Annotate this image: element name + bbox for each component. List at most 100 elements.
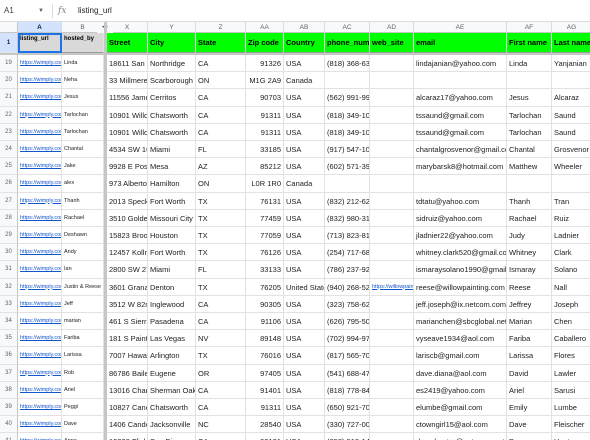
header-cell-first-name[interactable]: First name (507, 33, 552, 53)
cell-last-name[interactable]: Grosvenor (552, 141, 590, 159)
cell-email[interactable]: alcaraz17@yahoo.com (414, 89, 507, 107)
cell-listing-url[interactable]: https://wimply.com (18, 364, 62, 382)
cell-hosted-by[interactable]: Ariel (62, 381, 104, 399)
cell-phone-number[interactable]: (541) 688-4745 (325, 364, 370, 382)
cell-first-name[interactable]: Marian (507, 313, 552, 331)
column-header-ag[interactable]: AG (552, 22, 590, 33)
cell-country[interactable]: Canada (284, 72, 325, 90)
cell-country[interactable]: USA (284, 141, 325, 159)
cell-state[interactable]: NV (196, 330, 246, 348)
cell-street[interactable]: 1406 Cando Pl (107, 416, 148, 434)
cell-phone-number[interactable]: (650) 921-7026 (325, 399, 370, 417)
cell-first-name[interactable]: Fariba (507, 330, 552, 348)
cell-listing-url[interactable]: https://wimply.com (18, 295, 62, 313)
cell-hosted-by[interactable]: Jake (62, 158, 104, 176)
cell-first-name[interactable]: Larissa (507, 347, 552, 365)
cell-country[interactable]: USA (284, 89, 325, 107)
cell-state[interactable]: ON (196, 175, 246, 193)
column-header-ae[interactable]: AE (414, 22, 507, 33)
cell-last-name[interactable]: Joseph (552, 296, 590, 313)
cell-phone-number[interactable]: (858) 518-1477 (325, 433, 370, 440)
row-number[interactable]: 22 (0, 106, 18, 124)
cell-email[interactable]: chantalgrosvenor@gmail.com (414, 141, 507, 159)
cell-phone-number[interactable] (325, 72, 370, 90)
row-number[interactable]: 33 (0, 295, 18, 313)
cell-last-name[interactable]: Hunter (552, 433, 590, 440)
cell-country[interactable]: USA (284, 416, 325, 434)
row-number[interactable]: 36 (0, 347, 18, 365)
cell-zip-code[interactable]: 77059 (246, 227, 284, 245)
cell-state[interactable]: TX (196, 244, 246, 262)
cell-phone-number[interactable]: (330) 727-0079 (325, 416, 370, 434)
row-number[interactable]: 38 (0, 381, 18, 399)
cell-state[interactable]: CA (196, 433, 246, 440)
cell-zip-code[interactable]: 76016 (246, 347, 284, 365)
cell-first-name[interactable]: David (507, 364, 552, 382)
header-cell-country[interactable]: Country (284, 33, 325, 53)
cell-state[interactable]: CA (196, 89, 246, 107)
cell-phone-number[interactable]: (254) 717-6817 (325, 244, 370, 262)
chevron-down-icon[interactable]: ▼ (38, 6, 48, 16)
cell-city[interactable]: Miami (148, 141, 196, 159)
cell-listing-url[interactable]: https://wimply.com (18, 175, 62, 193)
cell-last-name[interactable]: Chen (552, 313, 590, 331)
cell-zip-code[interactable]: 90305 (246, 295, 284, 313)
cell-state[interactable]: CA (196, 106, 246, 124)
cell-hosted-by[interactable]: Dave (62, 416, 104, 434)
cell-last-name[interactable]: Lumbe (552, 399, 590, 417)
row-number[interactable]: 28 (0, 209, 18, 227)
cell-last-name[interactable]: Wheeler (552, 158, 590, 176)
cell-email[interactable]: reese@willowpainting.com (414, 278, 507, 296)
header-cell-city[interactable]: City (148, 33, 196, 53)
cell-street[interactable]: 33 Millmere Dr (107, 72, 148, 90)
cell-street[interactable]: 2800 SW 27th Terr (107, 261, 148, 279)
cell-email[interactable]: lariscb@gmail.com (414, 347, 507, 365)
header-cell-web-site[interactable]: web_site (370, 33, 414, 53)
cell-city[interactable]: Jacksonville (148, 416, 196, 434)
cell-zip-code[interactable]: 97405 (246, 364, 284, 382)
cell-web-site[interactable] (370, 192, 414, 210)
cell-hosted-by[interactable]: Tarlochan (62, 123, 104, 141)
cell-street[interactable]: 7007 Hawaii Ln (107, 347, 148, 365)
cell-phone-number[interactable]: (626) 795-5051 (325, 313, 370, 331)
cell-state[interactable]: TX (196, 227, 246, 245)
cell-last-name[interactable]: Clark (552, 244, 590, 262)
row-number[interactable]: 1 (0, 33, 18, 53)
cell-web-site[interactable]: https://willowpainting.com (370, 278, 414, 296)
cell-web-site[interactable] (370, 364, 414, 382)
cell-first-name[interactable]: Ariel (507, 381, 552, 399)
column-header-ac[interactable]: AC (325, 22, 370, 33)
cell-hosted-by[interactable]: Chantal (62, 141, 104, 159)
cell-city[interactable]: Hamilton (148, 175, 196, 193)
cell-zip-code[interactable]: 91311 (246, 123, 284, 141)
cell-email[interactable]: dave.diana@aol.com (414, 364, 507, 382)
cell-phone-number[interactable]: (917) 547-1072 (325, 141, 370, 159)
cell-email[interactable]: ismaraysolano1990@gmail.com (414, 261, 507, 279)
cell-state[interactable]: TX (196, 347, 246, 365)
cell-hosted-by[interactable]: Anne (62, 433, 104, 440)
cell-listing-url[interactable]: https://wimply.com (18, 89, 62, 107)
cell-listing-url[interactable]: https://wimply.com (18, 261, 62, 279)
cell-city[interactable]: Missouri City (148, 209, 196, 227)
cell-state[interactable]: TX (196, 192, 246, 210)
cell-phone-number[interactable]: (940) 268-5294 (325, 278, 370, 296)
column-header-ab[interactable]: AB (284, 22, 325, 33)
cell-zip-code[interactable]: 33133 (246, 261, 284, 279)
cell-country[interactable]: USA (284, 347, 325, 365)
cell-last-name[interactable]: Saund (552, 107, 590, 124)
cell-street[interactable]: 10827 Canoga Ave (107, 399, 148, 417)
cell-street[interactable]: 181 S Painted Mesa (107, 330, 148, 348)
cell-email[interactable] (414, 72, 507, 90)
cell-web-site[interactable] (370, 89, 414, 107)
cell-country[interactable]: USA (284, 123, 325, 141)
cell-web-site[interactable] (370, 313, 414, 331)
cell-first-name[interactable]: Thanh (507, 192, 552, 210)
cell-street[interactable]: 86786 Bailey Hill (107, 364, 148, 382)
cell-country[interactable]: USA (284, 209, 325, 227)
column-header-af[interactable]: AF (507, 22, 552, 33)
cell-web-site[interactable] (370, 433, 414, 440)
cell-city[interactable]: Chatsworth (148, 399, 196, 417)
cell-hosted-by[interactable]: Fariba (62, 330, 104, 348)
cell-city[interactable]: Fort Worth (148, 244, 196, 262)
cell-city[interactable]: Pasadena (148, 313, 196, 331)
